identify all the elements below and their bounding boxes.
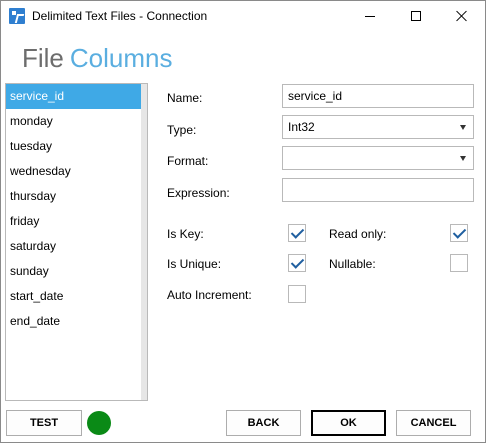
column-item-service-id[interactable]: service_id — [6, 84, 142, 109]
connection-dialog: Delimited Text Files - Connection File Co… — [0, 0, 486, 443]
is-unique-label: Is Unique: — [167, 257, 222, 271]
auto-increment-label: Auto Increment: — [167, 288, 252, 302]
expression-input[interactable] — [282, 178, 474, 202]
window-title: Delimited Text Files - Connection — [32, 9, 208, 23]
title-bar: Delimited Text Files - Connection — [1, 1, 485, 31]
maximize-icon — [411, 11, 421, 21]
minimize-button[interactable] — [347, 1, 393, 31]
name-label: Name: — [167, 91, 203, 105]
is-key-checkbox[interactable] — [288, 224, 306, 242]
minimize-icon — [365, 15, 375, 17]
column-item-wednesday[interactable]: wednesday — [6, 159, 142, 184]
type-select-value: Int32 — [288, 120, 315, 134]
auto-increment-checkbox[interactable] — [288, 285, 306, 303]
page-title-part2: Columns — [69, 43, 173, 73]
column-item-friday[interactable]: friday — [6, 209, 142, 234]
column-list[interactable]: service_id monday tuesday wednesday thur… — [5, 83, 148, 401]
back-button[interactable]: BACK — [226, 410, 301, 436]
close-button[interactable] — [439, 1, 485, 31]
name-input[interactable]: service_id — [282, 84, 474, 108]
read-only-label: Read only: — [329, 227, 387, 241]
page-title-part1: File — [22, 43, 64, 73]
nullable-label: Nullable: — [329, 257, 376, 271]
type-select[interactable]: Int32 — [282, 115, 474, 139]
close-icon — [456, 10, 468, 22]
type-label: Type: — [167, 123, 197, 137]
column-list-scrollbar[interactable] — [141, 84, 147, 400]
test-button[interactable]: TEST — [6, 410, 82, 436]
expression-label: Expression: — [167, 186, 230, 200]
page-title: File Columns — [22, 43, 173, 74]
format-label: Format: — [167, 154, 209, 168]
column-item-thursday[interactable]: thursday — [6, 184, 142, 209]
is-unique-checkbox[interactable] — [288, 254, 306, 272]
app-logo-icon — [9, 8, 25, 24]
column-item-saturday[interactable]: saturday — [6, 234, 142, 259]
column-item-end-date[interactable]: end_date — [6, 309, 142, 334]
maximize-button[interactable] — [393, 1, 439, 31]
cancel-button[interactable]: CANCEL — [396, 410, 471, 436]
ok-button[interactable]: OK — [311, 410, 386, 436]
format-select[interactable] — [282, 146, 474, 170]
chevron-down-icon — [460, 156, 466, 161]
column-item-tuesday[interactable]: tuesday — [6, 134, 142, 159]
is-key-label: Is Key: — [167, 227, 204, 241]
chevron-down-icon — [460, 125, 466, 130]
column-item-start-date[interactable]: start_date — [6, 284, 142, 309]
column-item-sunday[interactable]: sunday — [6, 259, 142, 284]
nullable-checkbox[interactable] — [450, 254, 468, 272]
read-only-checkbox[interactable] — [450, 224, 468, 242]
column-item-monday[interactable]: monday — [6, 109, 142, 134]
connection-status-indicator — [87, 411, 111, 435]
